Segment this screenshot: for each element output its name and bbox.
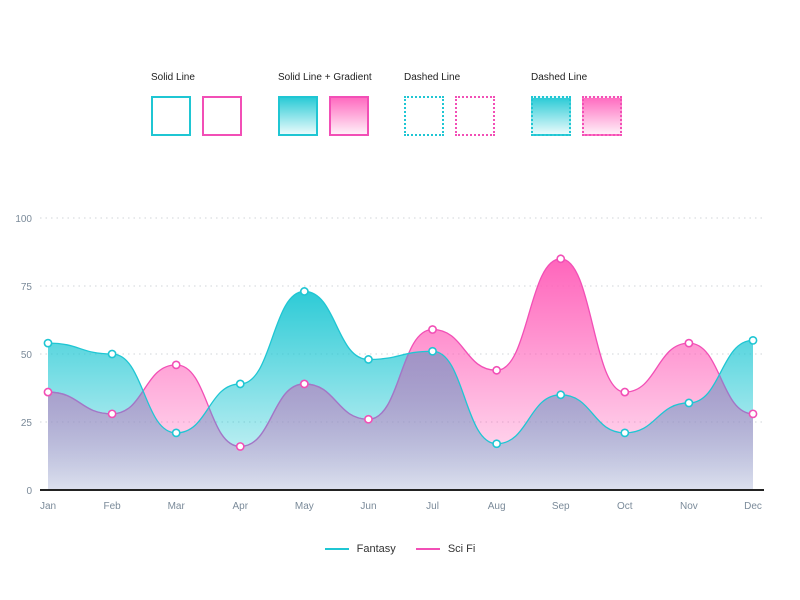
fantasy-line-icon xyxy=(324,548,349,550)
x-tick-label: Feb xyxy=(103,501,121,512)
y-tick-label: 50 xyxy=(21,350,33,361)
x-axis: Jan Feb Mar Apr May Jun Jul Aug Sep Oct Nov Dec xyxy=(40,501,762,512)
y-tick-label: 25 xyxy=(21,418,33,429)
scifi-point xyxy=(299,379,309,389)
scifi-point xyxy=(171,360,181,370)
scifi-point xyxy=(556,254,566,264)
fantasy-point xyxy=(428,346,437,356)
x-tick-label: Aug xyxy=(488,501,506,512)
scifi-point xyxy=(43,387,53,397)
x-tick-label: Jan xyxy=(40,501,56,512)
scifi-point xyxy=(492,365,502,375)
scifi-point xyxy=(748,409,758,419)
fantasy-point xyxy=(556,390,566,400)
scifi-point xyxy=(620,387,630,397)
legend-label: Sci Fi xyxy=(447,543,476,555)
fantasy-point xyxy=(364,355,373,364)
x-tick-label: Jul xyxy=(426,501,439,512)
legend: Fantasy Sci Fi xyxy=(0,543,800,555)
y-axis: 0 25 50 75 100 xyxy=(15,214,32,497)
x-tick-label: May xyxy=(295,501,314,512)
x-tick-label: Apr xyxy=(232,501,248,512)
area-chart: 0 25 50 75 100 Jan Feb Mar Apr May Jun Jul Aug Sep Oc… xyxy=(15,214,765,512)
y-tick-label: 100 xyxy=(15,214,32,225)
x-tick-label: Mar xyxy=(168,501,186,512)
fantasy-point xyxy=(748,335,758,345)
fantasy-point xyxy=(492,439,502,449)
x-tick-label: Dec xyxy=(744,501,762,512)
scifi-line-icon xyxy=(415,548,440,550)
scifi-point xyxy=(235,442,245,451)
fantasy-point xyxy=(299,287,309,296)
fantasy-point xyxy=(107,349,117,359)
scifi-point xyxy=(107,409,117,419)
y-tick-label: 75 xyxy=(21,282,33,293)
fantasy-point xyxy=(171,428,181,438)
x-tick-label: Sep xyxy=(552,501,570,512)
legend-label: Fantasy xyxy=(356,543,396,555)
y-tick-label: 0 xyxy=(26,486,32,497)
scifi-point xyxy=(364,414,373,424)
fantasy-point xyxy=(43,338,53,348)
x-tick-label: Jun xyxy=(360,501,376,512)
scifi-point xyxy=(428,325,437,334)
fantasy-point xyxy=(235,379,245,389)
scifi-point xyxy=(684,338,694,348)
fantasy-point xyxy=(684,398,694,408)
legend-item-fantasy[interactable]: Fantasy xyxy=(324,543,396,555)
x-tick-label: Nov xyxy=(680,501,698,512)
fantasy-point xyxy=(620,428,630,438)
legend-item-scifi[interactable]: Sci Fi xyxy=(415,543,476,555)
x-tick-label: Oct xyxy=(617,501,633,512)
